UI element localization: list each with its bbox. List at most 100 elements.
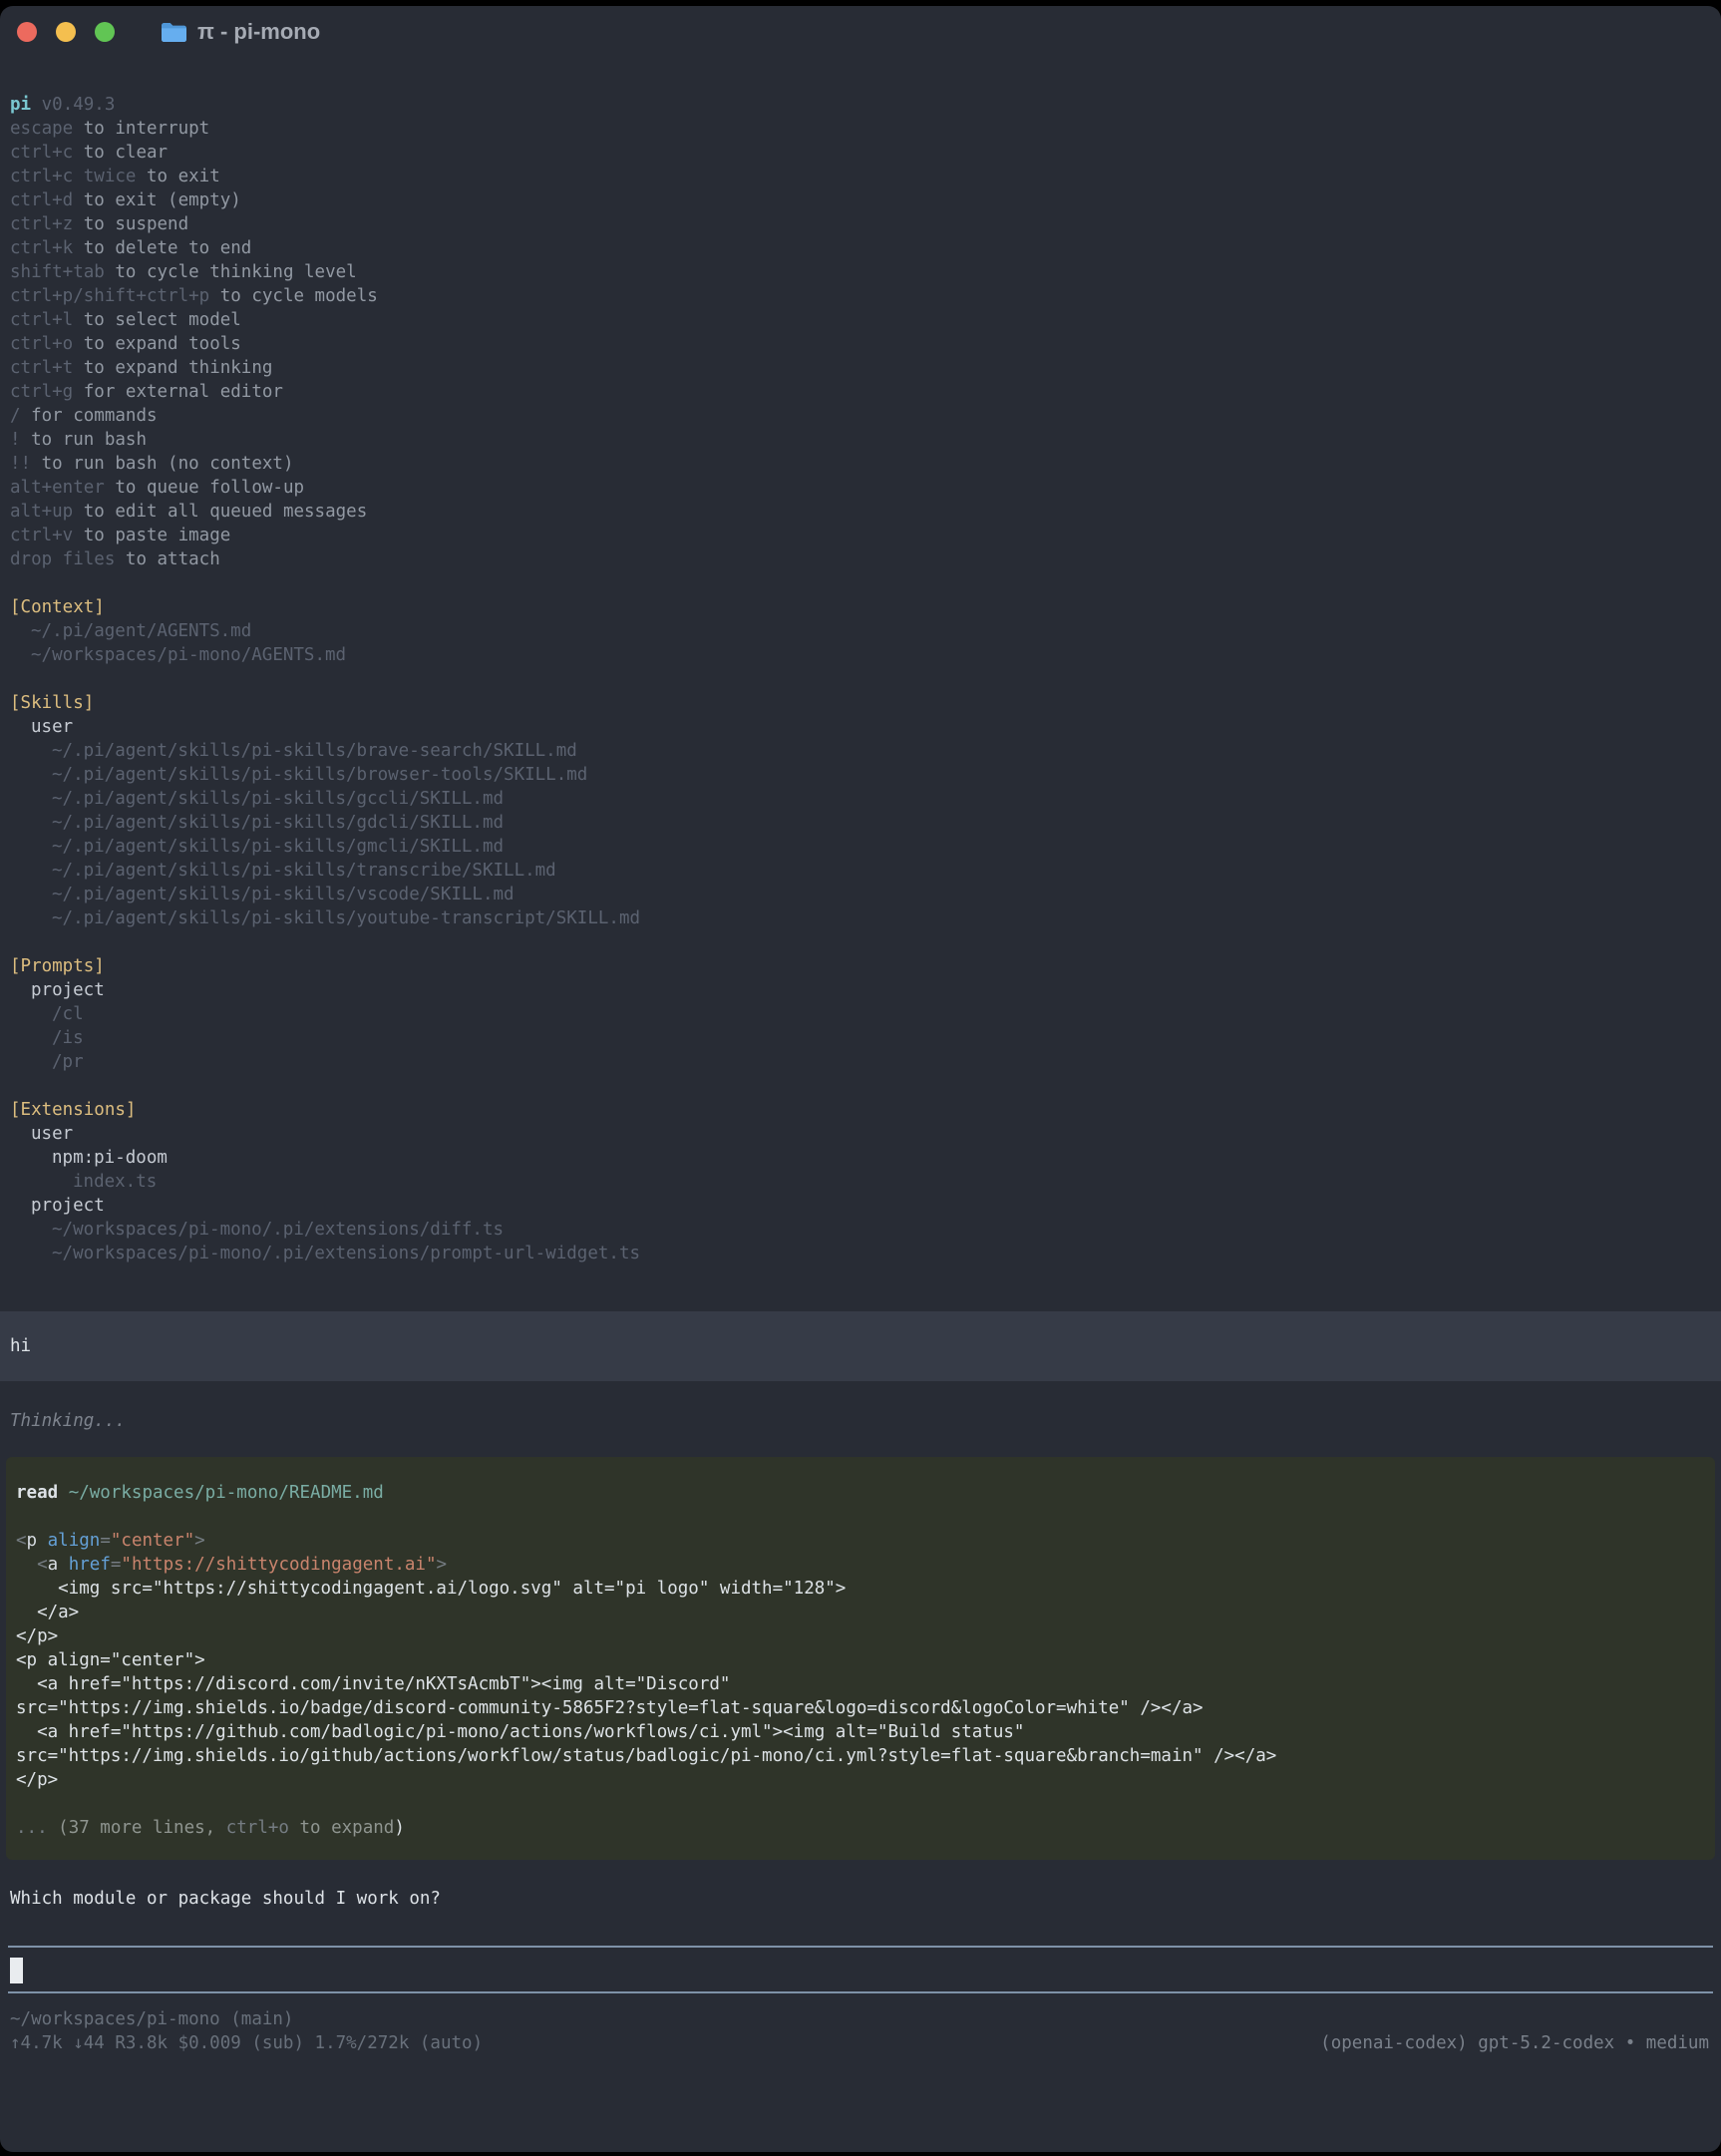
- model-info: (openai-codex) gpt-5.2-codex • medium: [1320, 2031, 1709, 2055]
- section-line: ~/.pi/agent/skills/pi-skills/vscode/SKIL…: [0, 883, 1721, 906]
- code-line: <a href="https://shittycodingagent.ai">: [6, 1553, 1715, 1577]
- code-line: </a>: [6, 1601, 1715, 1624]
- text-segment: <: [16, 1531, 27, 1551]
- text-segment: >: [194, 1531, 205, 1551]
- text-segment: =: [111, 1555, 122, 1575]
- section-header: [Prompts]: [0, 954, 1721, 978]
- shortcut-desc: to run bash (no context): [42, 454, 294, 474]
- shortcut-desc: to edit all queued messages: [84, 502, 367, 522]
- shortcut-key: escape: [10, 119, 73, 139]
- app-version: v0.49.3: [42, 95, 116, 115]
- shortcut-line: ctrl+g for external editor: [0, 380, 1721, 404]
- code-line: </p>: [6, 1768, 1715, 1792]
- shortcut-desc: to paste image: [84, 526, 231, 545]
- shortcut-key: ctrl+o: [10, 334, 73, 354]
- shortcut-key: /: [10, 406, 21, 426]
- shortcut-key: shift+tab: [10, 262, 105, 282]
- status-bar: ~/workspaces/pi-mono (main) ↑4.7k ↓44 R3…: [0, 2007, 1721, 2055]
- text-segment: <a href="https://github.com/badlogic/pi-…: [16, 1722, 1024, 1742]
- text-segment: [37, 1531, 48, 1551]
- section-line: ~/workspaces/pi-mono/.pi/extensions/prom…: [0, 1242, 1721, 1265]
- code-line: <p align="center">: [6, 1648, 1715, 1672]
- assistant-message: Which module or package should I work on…: [0, 1887, 1721, 1911]
- section-line: /pr: [0, 1050, 1721, 1074]
- shortcut-line: ctrl+o to expand tools: [0, 332, 1721, 356]
- shortcut-key: ctrl+p/shift+ctrl+p: [10, 286, 209, 306]
- message-input[interactable]: [8, 1946, 1713, 1993]
- maximize-button[interactable]: [95, 22, 115, 42]
- shortcut-key: ctrl+l: [10, 310, 73, 330]
- shortcut-desc: to cycle thinking level: [115, 262, 356, 282]
- code-line: <a href="https://discord.com/invite/nKXT…: [6, 1672, 1715, 1696]
- section-line: ~/.pi/agent/skills/pi-skills/gmcli/SKILL…: [0, 835, 1721, 859]
- section-line: /is: [0, 1026, 1721, 1050]
- shortcut-line: drop files to attach: [0, 547, 1721, 571]
- shortcut-desc: for commands: [31, 406, 157, 426]
- shortcut-key: ctrl+c twice: [10, 167, 136, 186]
- terminal-window: π - pi-mono pi v0.49.3 escape to interru…: [0, 6, 1721, 2152]
- section-line: ~/.pi/agent/skills/pi-skills/youtube-tra…: [0, 906, 1721, 930]
- shortcut-key: alt+up: [10, 502, 73, 522]
- text-segment: <: [37, 1555, 48, 1575]
- section-line: /cl: [0, 1002, 1721, 1026]
- text-segment: [58, 1555, 69, 1575]
- section-line: npm:pi-doom: [0, 1146, 1721, 1170]
- expand-shortcut-key: ctrl+o: [226, 1818, 289, 1838]
- app-name: pi: [10, 95, 31, 115]
- minimize-button[interactable]: [56, 22, 76, 42]
- text-segment: [16, 1555, 37, 1575]
- shortcut-line: !! to run bash (no context): [0, 452, 1721, 476]
- shortcut-line: ctrl+d to exit (empty): [0, 188, 1721, 212]
- code-line: src="https://img.shields.io/github/actio…: [6, 1744, 1715, 1768]
- shortcut-desc: to expand tools: [84, 334, 241, 354]
- shortcut-desc: for external editor: [84, 382, 283, 402]
- shortcut-desc: to select model: [84, 310, 241, 330]
- text-segment: <img src="https://shittycodingagent.ai/l…: [16, 1579, 846, 1599]
- text-segment: "center": [111, 1531, 194, 1551]
- shortcut-key: ctrl+d: [10, 190, 73, 210]
- folder-icon: [161, 22, 187, 43]
- titlebar: π - pi-mono: [0, 6, 1721, 58]
- user-message: hi: [0, 1311, 1721, 1381]
- text-segment: </a>: [16, 1603, 79, 1622]
- expand-note: ... (37 more lines, ctrl+o to expand): [6, 1816, 1715, 1840]
- shortcut-key: ctrl+c: [10, 143, 73, 163]
- section-line: user: [0, 715, 1721, 739]
- code-line: src="https://img.shields.io/badge/discor…: [6, 1696, 1715, 1720]
- text-cursor: [10, 1958, 23, 1983]
- shortcut-desc: to attach: [126, 549, 220, 569]
- shortcut-key: ctrl+g: [10, 382, 73, 402]
- code-line: <img src="https://shittycodingagent.ai/l…: [6, 1577, 1715, 1601]
- text-segment: </p>: [16, 1626, 58, 1646]
- shortcut-desc: to queue follow-up: [115, 478, 304, 498]
- shortcut-desc: to cycle models: [220, 286, 378, 306]
- shortcut-line: ctrl+z to suspend: [0, 212, 1721, 236]
- section-line: ~/.pi/agent/skills/pi-skills/transcribe/…: [0, 859, 1721, 883]
- text-segment: >: [437, 1555, 448, 1575]
- tool-name: read: [16, 1483, 58, 1503]
- cwd-branch-status: ~/workspaces/pi-mono (main): [0, 2007, 1721, 2031]
- shortcut-desc: to suspend: [84, 214, 188, 234]
- shortcut-key: !: [10, 430, 21, 450]
- startup-section: [Context]~/.pi/agent/AGENTS.md~/workspac…: [0, 595, 1721, 667]
- shortcut-desc: to delete to end: [84, 238, 252, 258]
- text-segment: <p align="center">: [16, 1650, 205, 1670]
- shortcut-desc: to run bash: [31, 430, 147, 450]
- section-line: ~/workspaces/pi-mono/.pi/extensions/diff…: [0, 1218, 1721, 1242]
- shortcut-line: ctrl+c twice to exit: [0, 165, 1721, 188]
- section-line: project: [0, 978, 1721, 1002]
- shortcut-desc: to clear: [84, 143, 168, 163]
- close-button[interactable]: [17, 22, 37, 42]
- section-line: ~/workspaces/pi-mono/AGENTS.md: [0, 643, 1721, 667]
- tool-output: <p align="center"> <a href="https://shit…: [6, 1529, 1715, 1792]
- text-segment: =: [100, 1531, 111, 1551]
- tool-argument: ~/workspaces/pi-mono/README.md: [69, 1483, 384, 1503]
- terminal-content: pi v0.49.3 escape to interruptctrl+c to …: [0, 93, 1721, 2055]
- shortcut-line: shift+tab to cycle thinking level: [0, 260, 1721, 284]
- shortcut-line: ctrl+l to select model: [0, 308, 1721, 332]
- code-line: <a href="https://github.com/badlogic/pi-…: [6, 1720, 1715, 1744]
- section-line: index.ts: [0, 1170, 1721, 1194]
- window-controls: [17, 22, 134, 42]
- thinking-indicator: Thinking...: [0, 1409, 1721, 1433]
- section-line: project: [0, 1194, 1721, 1218]
